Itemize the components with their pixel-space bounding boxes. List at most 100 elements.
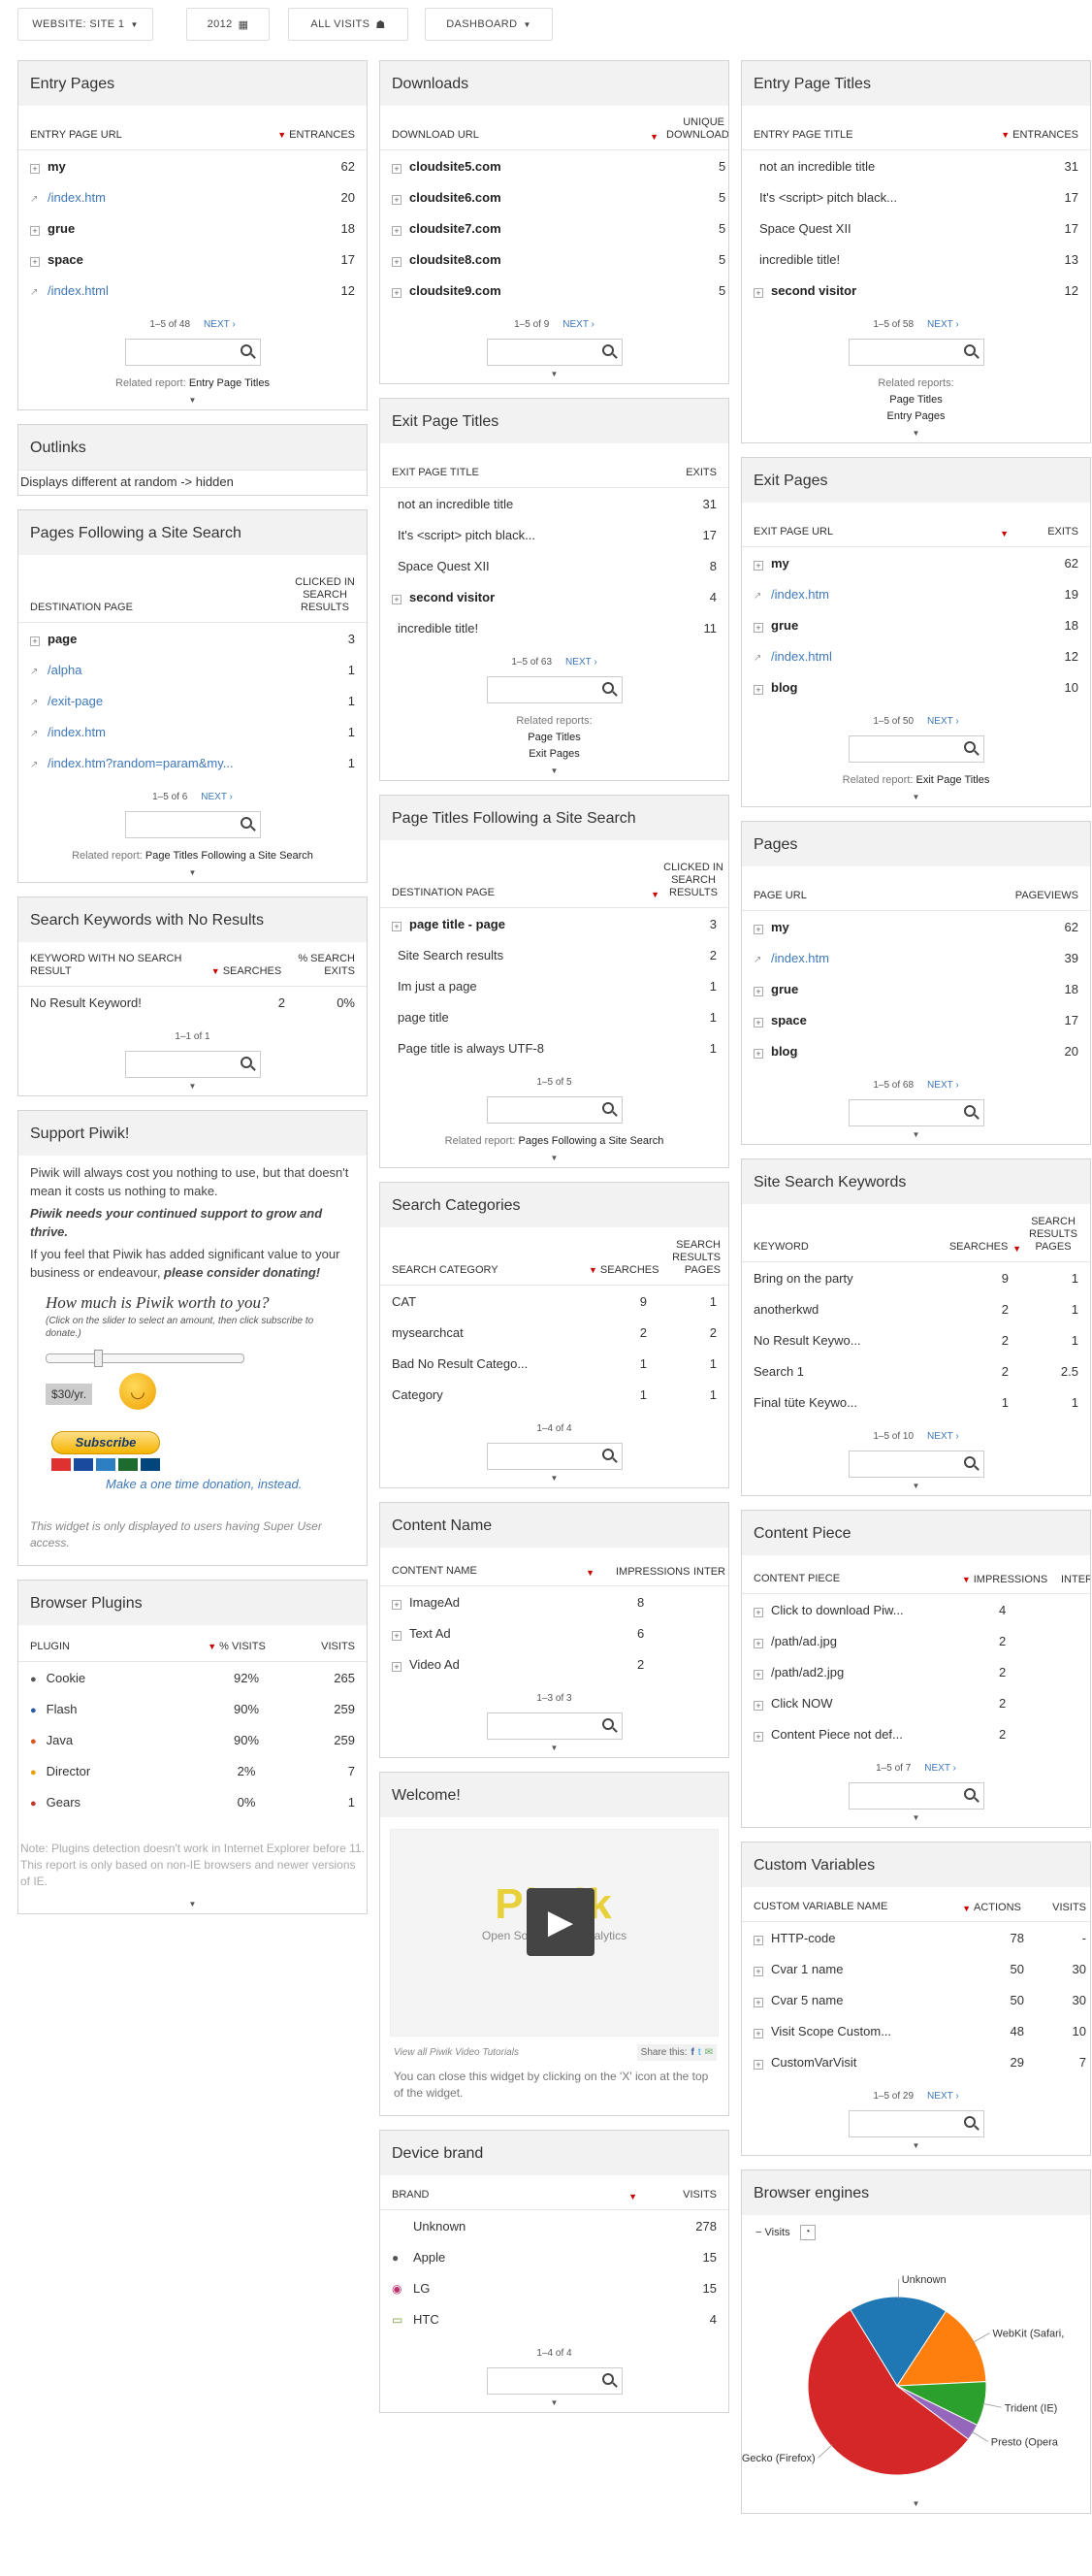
row-label[interactable]: + /path/ad.jpg (754, 1634, 999, 1648)
row-label[interactable]: + Visit Scope Custom... (754, 2024, 976, 2038)
row-label[interactable]: + Text Ad (392, 1626, 637, 1641)
table-row[interactable]: Search 1 2 2.5 (742, 1355, 1090, 1386)
widget-title[interactable]: Welcome! (380, 1773, 728, 1817)
row-label[interactable]: + cloudsite7.com (392, 221, 719, 236)
widget-title[interactable]: Entry Pages (18, 61, 367, 106)
widget-title[interactable]: Downloads (380, 61, 728, 106)
search-input[interactable] (848, 1451, 984, 1478)
chevron-down-icon[interactable]: ▼ (380, 1740, 728, 1757)
table-row[interactable]: + blog 10 (742, 671, 1090, 702)
row-label[interactable]: + my (754, 556, 1009, 571)
column-header[interactable]: CONTENT NAME (392, 1565, 586, 1578)
chevron-down-icon[interactable]: ▼ (742, 2495, 1090, 2513)
search-input[interactable] (486, 339, 623, 366)
related-report-link[interactable]: Entry Page Titles (189, 377, 270, 389)
row-label[interactable]: + cloudsite9.com (392, 283, 719, 298)
table-row[interactable]: Final tüte Keywo... 1 1 (742, 1386, 1090, 1418)
related-report-link[interactable]: Page Titles (380, 730, 728, 746)
column-header[interactable]: PAGEVIEWS (999, 890, 1086, 902)
row-label[interactable]: + /path/ad2.jpg (754, 1665, 999, 1679)
expand-icon[interactable]: + (392, 256, 401, 267)
expand-icon[interactable]: + (30, 163, 40, 174)
widget-title[interactable]: Exit Page Titles (380, 399, 728, 443)
next-page-link[interactable]: NEXT › (927, 319, 959, 330)
table-row[interactable]: + Visit Scope Custom... 48 10 (742, 2015, 1090, 2046)
row-label[interactable]: + ImageAd (392, 1595, 637, 1610)
widget-title[interactable]: Content Piece (742, 1511, 1090, 1555)
search-input[interactable] (124, 1051, 261, 1078)
table-row[interactable]: Space Quest XII 17 (742, 212, 1090, 244)
table-row[interactable]: + cloudsite6.com 5 (380, 181, 728, 212)
expand-icon[interactable]: + (30, 636, 40, 646)
widget-title[interactable]: Support Piwik! (18, 1111, 367, 1156)
row-label[interactable]: + Cvar 1 name (754, 1962, 976, 1976)
row-label[interactable]: + my (754, 920, 1009, 934)
expand-icon[interactable]: + (754, 560, 763, 571)
table-row[interactable]: + cloudsite7.com 5 (380, 212, 728, 244)
column-header[interactable]: CLICKED IN SEARCH RESULTS (662, 862, 724, 899)
widget-title[interactable]: Page Titles Following a Site Search (380, 796, 728, 840)
metric-selector[interactable]: − Visits (755, 2227, 790, 2238)
search-input[interactable] (848, 339, 984, 366)
row-label[interactable]: ↗ /index.html (30, 283, 285, 298)
expand-icon[interactable]: + (392, 1630, 401, 1641)
table-row[interactable]: Bad No Result Catego... 1 1 (380, 1348, 728, 1379)
column-header[interactable]: ENTRY PAGE TITLE (754, 129, 989, 142)
row-label[interactable]: + grue (754, 982, 1009, 996)
row-label[interactable]: ↗ /index.html (754, 649, 1009, 664)
chevron-down-icon[interactable]: ▼ (742, 1810, 1090, 1827)
table-row[interactable]: + second visitor 4 (380, 581, 728, 612)
table-row[interactable]: + page title - page 3 (380, 908, 728, 939)
email-icon[interactable]: ✉ (705, 2047, 713, 2058)
expand-icon[interactable]: + (754, 1017, 763, 1027)
chevron-down-icon[interactable]: ▼ (742, 425, 1090, 442)
search-input[interactable] (848, 1782, 984, 1810)
search-input[interactable] (848, 2110, 984, 2137)
table-row[interactable]: + blog 20 (742, 1035, 1090, 1066)
table-row[interactable]: + /path/ad2.jpg 2 (742, 1656, 1090, 1687)
table-row[interactable]: + my 62 (742, 547, 1090, 578)
next-page-link[interactable]: NEXT › (927, 1080, 959, 1091)
row-label[interactable]: + space (754, 1013, 1009, 1027)
row-label[interactable]: + blog (754, 1044, 1009, 1059)
dashboard-selector[interactable]: DASHBOARD ▼ (425, 8, 553, 41)
table-row[interactable]: + Click to download Piw... 4 (742, 1594, 1090, 1625)
row-label[interactable]: + Click NOW (754, 1696, 999, 1711)
table-row[interactable]: + second visitor 12 (742, 275, 1090, 306)
row-label[interactable]: + cloudsite6.com (392, 190, 719, 205)
table-row[interactable]: Category 1 1 (380, 1379, 728, 1410)
table-row[interactable]: anotherkwd 2 1 (742, 1293, 1090, 1324)
related-report-link[interactable]: Page Titles (742, 392, 1090, 408)
chevron-down-icon[interactable]: ▼ (380, 2395, 728, 2412)
row-label[interactable]: + HTTP-code (754, 1931, 976, 1945)
table-row[interactable]: + Cvar 5 name 50 30 (742, 1984, 1090, 2015)
table-row[interactable]: + Text Ad 6 (380, 1617, 728, 1648)
column-header[interactable]: INTER (690, 1566, 728, 1578)
table-row[interactable]: + space 17 (742, 1004, 1090, 1035)
column-header[interactable]: SEARCHES (945, 1241, 1012, 1254)
row-label[interactable]: + grue (30, 221, 285, 236)
table-row[interactable]: It's <script> pitch black... 17 (380, 519, 728, 550)
expand-icon[interactable]: + (392, 921, 401, 931)
table-row[interactable]: Site Search results 2 (380, 939, 728, 970)
column-header[interactable]: PAGE URL (754, 890, 999, 902)
row-label[interactable]: + Click to download Piw... (754, 1603, 999, 1617)
search-input[interactable] (486, 676, 623, 703)
column-header[interactable]: CLICKED IN SEARCH RESULTS (295, 576, 363, 614)
subscribe-button[interactable]: Subscribe (51, 1431, 160, 1454)
column-header[interactable]: % SEARCH EXITS (285, 953, 363, 978)
widget-title[interactable]: Custom Variables (742, 1842, 1090, 1887)
donation-slider[interactable] (46, 1350, 244, 1367)
search-input[interactable] (486, 1443, 623, 1470)
search-input[interactable] (124, 811, 261, 838)
table-row[interactable]: ↗ /index.htm 39 (742, 942, 1090, 973)
expand-icon[interactable]: + (392, 163, 401, 174)
search-input[interactable] (486, 1712, 623, 1740)
column-header-sorted[interactable]: ▼ ENTRANCES (266, 129, 363, 142)
chevron-down-icon[interactable]: ▼ (742, 1126, 1090, 1144)
chevron-down-icon[interactable]: ▼ (742, 1478, 1090, 1495)
expand-icon[interactable]: + (392, 1599, 401, 1610)
column-header[interactable]: PLUGIN (30, 1641, 188, 1653)
search-input[interactable] (124, 339, 261, 366)
expand-icon[interactable]: + (754, 287, 763, 298)
